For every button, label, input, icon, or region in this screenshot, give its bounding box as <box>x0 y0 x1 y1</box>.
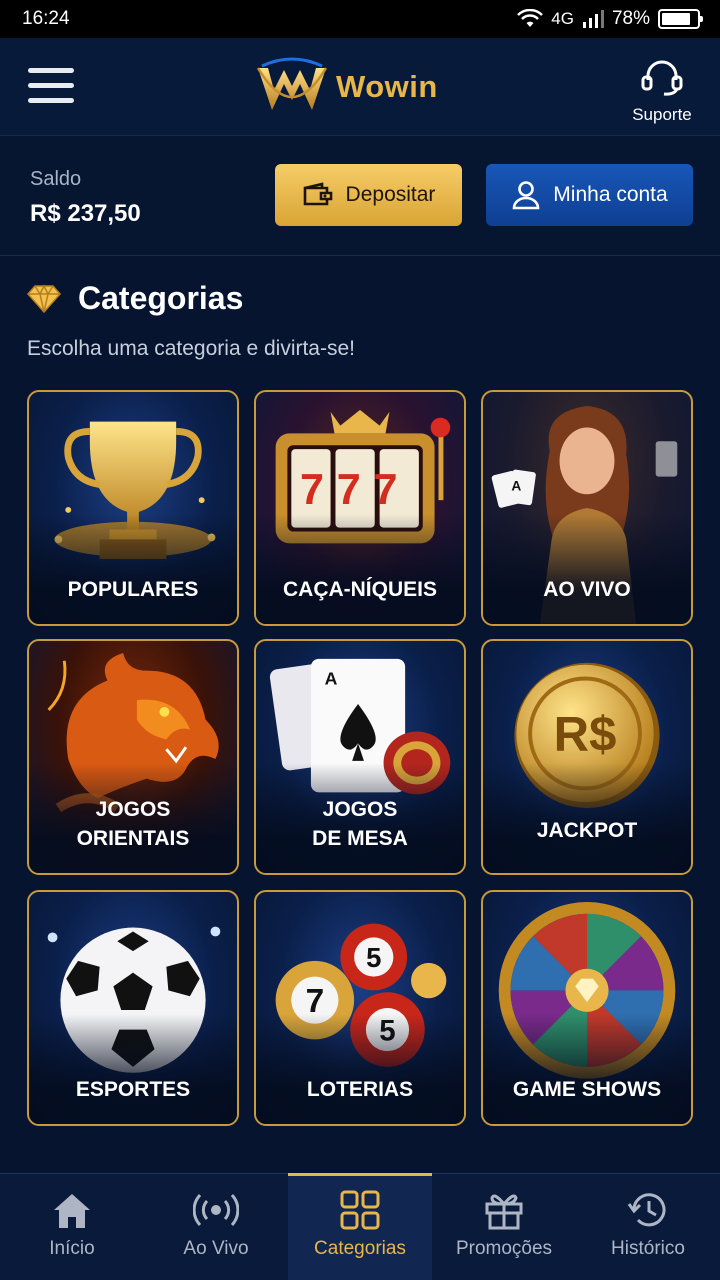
status-icons: 4G 78% <box>517 8 703 30</box>
account-label: Minha conta <box>553 183 668 206</box>
category-card-jackpot[interactable]: R$ JACKPOT <box>481 639 693 875</box>
category-label: LOTERIAS <box>306 1078 414 1101</box>
gift-icon <box>485 1194 523 1230</box>
nav-item-inicio[interactable]: Início <box>0 1174 144 1280</box>
category-label: JOGOS ORIENTAIS <box>76 798 190 850</box>
page-title: Categorias <box>78 280 244 316</box>
grid-icon <box>340 1190 380 1230</box>
diamond-icon <box>27 283 61 313</box>
category-card-caca-niqueis[interactable]: 777 CAÇA-NÍQUEIS <box>254 390 466 626</box>
nav-label: Histórico <box>611 1238 685 1259</box>
user-icon <box>512 181 540 210</box>
wowin-logo-icon <box>256 57 328 110</box>
nav-label: Categorias <box>314 1238 406 1259</box>
category-card-loterias[interactable]: 5 7 5 LOTERIAS <box>254 890 466 1126</box>
history-icon <box>627 1193 666 1227</box>
card-shade <box>256 514 464 624</box>
category-card-game-shows[interactable]: GAME SHOWS <box>481 890 693 1126</box>
nav-item-ao-vivo[interactable]: Ao Vivo <box>144 1174 288 1280</box>
network-type: 4G <box>551 9 574 28</box>
brand-logo[interactable]: Wowin <box>254 56 438 118</box>
support-button[interactable]: Suporte <box>630 58 694 125</box>
nav-item-promocoes[interactable]: Promoções <box>432 1174 576 1280</box>
nav-item-categorias[interactable]: Categorias <box>288 1173 432 1280</box>
my-account-button[interactable]: Minha conta <box>486 164 693 226</box>
card-shade <box>29 1014 237 1124</box>
nav-label: Ao Vivo <box>183 1238 249 1259</box>
menu-line-icon <box>28 98 74 103</box>
categories-heading: Categorias <box>26 280 243 317</box>
category-label: JOGOS DE MESA <box>312 798 408 850</box>
battery-icon <box>658 9 703 29</box>
menu-line-icon <box>28 68 74 73</box>
ace-letter: A <box>511 478 521 493</box>
battery-percent: 78% <box>611 8 650 29</box>
deposit-label: Depositar <box>345 183 436 206</box>
nav-label: Promoções <box>455 1238 553 1259</box>
balance-bar: Saldo R$ 237,50 Depositar Minha conta <box>0 136 720 256</box>
category-card-ao-vivo[interactable]: A AO VIVO <box>481 390 693 626</box>
coin-symbol: R$ <box>554 708 617 762</box>
category-card-esportes[interactable]: ESPORTES <box>27 890 239 1126</box>
menu-line-icon <box>28 83 74 88</box>
category-card-jogos-de-mesa[interactable]: A JOGOS DE MESA <box>254 639 466 875</box>
wallet-icon <box>303 182 332 206</box>
category-card-populares[interactable]: POPULARES <box>27 390 239 626</box>
category-label: GAME SHOWS <box>512 1078 662 1101</box>
wifi-icon <box>517 9 544 27</box>
app-header: Wowin Suporte <box>0 38 720 136</box>
category-label: ESPORTES <box>75 1078 191 1101</box>
card-shade <box>256 1014 464 1124</box>
category-label: CAÇA-NÍQUEIS <box>282 578 437 601</box>
home-icon <box>54 1194 90 1228</box>
signal-icon <box>582 10 604 28</box>
slot-sevens: 777 <box>300 466 410 514</box>
category-label: POPULARES <box>67 578 199 601</box>
page-subtitle: Escolha uma categoria e divirta-se! <box>27 337 355 360</box>
category-label: AO VIVO <box>543 578 631 601</box>
balance-label: Saldo <box>30 168 82 190</box>
status-time: 16:24 <box>22 8 70 29</box>
category-label: JACKPOT <box>536 819 638 842</box>
ball-number: 5 <box>366 942 381 973</box>
deposit-button[interactable]: Depositar <box>275 164 462 226</box>
card-shade <box>483 1014 691 1124</box>
status-bar: 16:24 4G 78% <box>0 0 720 38</box>
brand-name: Wowin <box>336 69 438 104</box>
broadcast-icon <box>193 1193 239 1227</box>
ace-corner: A <box>325 668 338 688</box>
nav-label: Início <box>49 1238 95 1259</box>
card-shade <box>483 514 691 624</box>
card-shade <box>29 514 237 624</box>
headset-icon <box>641 60 683 96</box>
hamburger-menu-button[interactable] <box>28 68 74 106</box>
nav-item-historico[interactable]: Histórico <box>576 1174 720 1280</box>
support-label: Suporte <box>632 105 692 124</box>
category-card-jogos-orientais[interactable]: JOGOS ORIENTAIS <box>27 639 239 875</box>
balance-value: R$ 237,50 <box>30 200 141 227</box>
bottom-navigation: Início Ao Vivo Categorias Promoções Hist… <box>0 1173 720 1280</box>
